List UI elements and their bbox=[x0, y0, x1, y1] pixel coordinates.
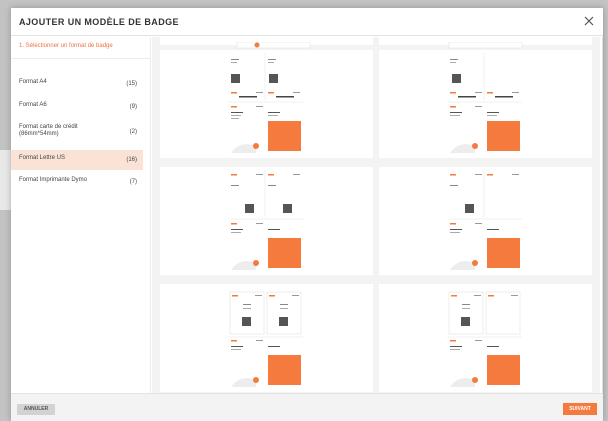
badge-template-preview bbox=[447, 53, 522, 153]
badge-template-card[interactable] bbox=[160, 167, 373, 275]
format-item-us-letter[interactable]: Format Lettre US (16) bbox=[11, 150, 143, 170]
format-item-a4[interactable]: Format A4 (15) bbox=[11, 74, 143, 94]
badge-template-card[interactable] bbox=[379, 284, 592, 392]
format-item-label: Format A4 bbox=[19, 79, 47, 85]
badge-template-preview bbox=[448, 41, 523, 49]
badge-template-card[interactable] bbox=[379, 50, 592, 158]
format-item-count: (16) bbox=[126, 157, 137, 163]
format-item-label: Format Lettre US bbox=[19, 155, 66, 161]
format-item-credit-card[interactable]: Format carte de crédit (86mm*54mm) (2) bbox=[11, 119, 143, 145]
format-item-count: (7) bbox=[129, 179, 137, 185]
modal-footer: ANNULER SUIVANT bbox=[11, 393, 603, 421]
template-gallery[interactable] bbox=[152, 37, 600, 393]
format-item-count: (9) bbox=[129, 104, 137, 110]
badge-template-card[interactable] bbox=[379, 37, 592, 49]
format-item-label: Format Imprimante Dymo bbox=[19, 177, 88, 183]
gallery-scrollbar[interactable] bbox=[602, 37, 603, 393]
badge-template-preview bbox=[447, 170, 522, 270]
close-icon[interactable] bbox=[581, 13, 597, 29]
badge-template-preview bbox=[228, 287, 303, 387]
badge-template-preview bbox=[228, 170, 303, 270]
modal-title: AJOUTER UN MODÈLE DE BADGE bbox=[19, 17, 179, 27]
next-button[interactable]: SUIVANT bbox=[563, 403, 597, 415]
badge-template-preview bbox=[236, 41, 311, 49]
format-item-a6[interactable]: Format A6 (9) bbox=[11, 97, 143, 117]
format-item-label: Format carte de crédit (86mm*54mm) bbox=[19, 124, 78, 137]
format-item-count: (15) bbox=[126, 81, 137, 87]
badge-template-preview bbox=[228, 53, 303, 153]
format-item-label: Format A6 bbox=[19, 102, 47, 108]
modal-header: AJOUTER UN MODÈLE DE BADGE bbox=[11, 8, 603, 36]
badge-template-card[interactable] bbox=[379, 167, 592, 275]
badge-template-card[interactable] bbox=[160, 37, 373, 49]
add-badge-template-modal: AJOUTER UN MODÈLE DE BADGE 1. Sélectionn… bbox=[11, 8, 603, 421]
format-item-dymo-printer[interactable]: Format Imprimante Dymo (7) bbox=[11, 172, 143, 192]
format-item-count: (2) bbox=[129, 129, 137, 135]
divider bbox=[11, 58, 151, 59]
format-sidebar: 1. Sélectionner un format de badge Forma… bbox=[11, 37, 151, 393]
badge-template-card[interactable] bbox=[160, 50, 373, 158]
cancel-button[interactable]: ANNULER bbox=[17, 404, 55, 415]
badge-template-card[interactable] bbox=[160, 284, 373, 392]
badge-template-preview bbox=[447, 287, 522, 387]
step-label: 1. Sélectionner un format de badge bbox=[19, 43, 113, 49]
